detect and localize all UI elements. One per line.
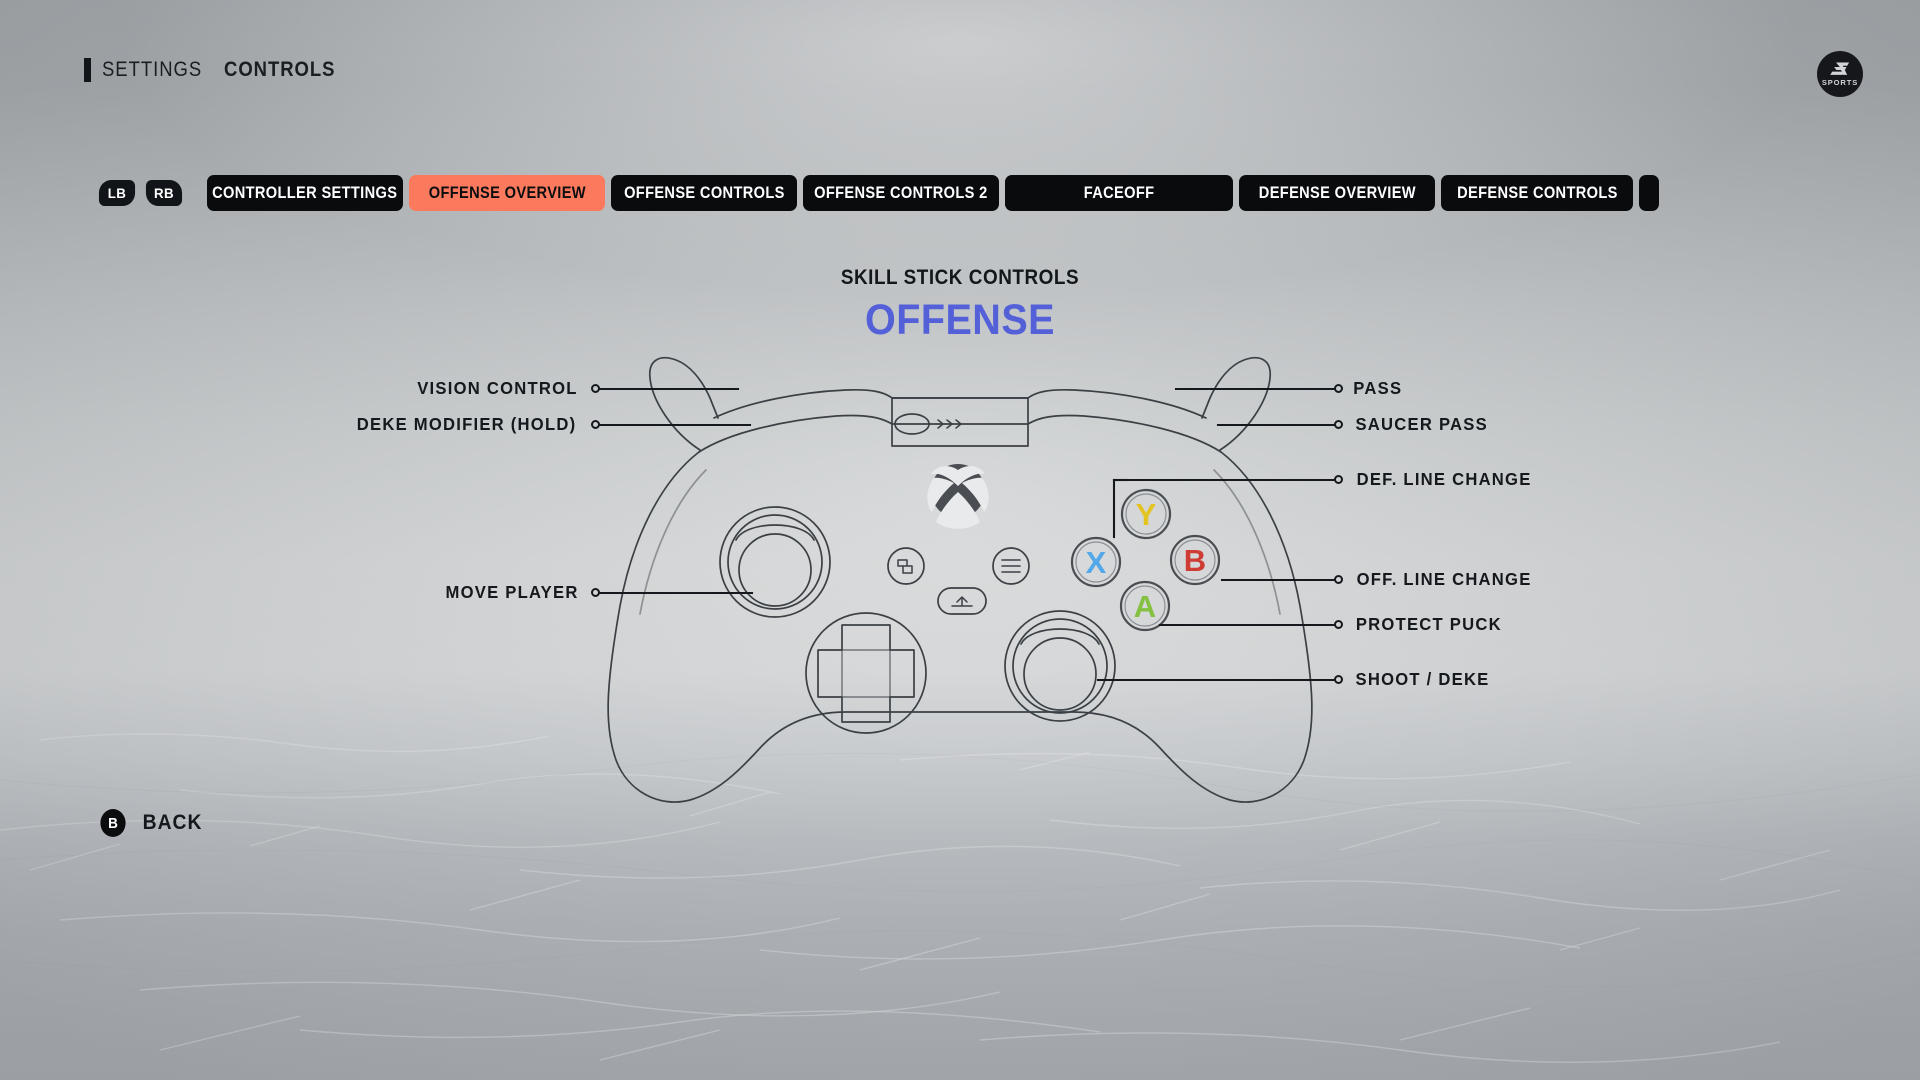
callout-node-icon <box>1334 420 1343 429</box>
tab-label: DEFENSE CONTROLS <box>1456 183 1618 202</box>
callout-node-icon <box>1334 384 1343 393</box>
button-b-glyph-icon[interactable]: B <box>100 809 126 837</box>
callout-move-player: MOVE PLAYER <box>300 582 600 603</box>
ea-icon <box>1830 62 1850 75</box>
tab-bar[interactable]: LB RB CONTROLLER SETTINGS OFFENSE OVERVI… <box>98 175 1665 211</box>
callout-node-icon <box>591 384 600 393</box>
footer-actions[interactable]: B BACK <box>99 809 205 837</box>
callout-def-line-change: DEF. LINE CHANGE <box>1334 469 1674 490</box>
face-buttons: Y X B A <box>1070 488 1221 632</box>
bumper-lb[interactable]: LB <box>98 180 136 206</box>
svg-text:A: A <box>1134 589 1156 624</box>
settings-controls-screen: SETTINGS CONTROLS SPORTS LB RB CONTROLLE… <box>0 0 1920 1080</box>
svg-text:X: X <box>1086 545 1107 580</box>
callout-node-icon <box>1334 475 1343 484</box>
callout-shoot-deke: SHOOT / DEKE <box>1334 669 1674 690</box>
svg-text:B: B <box>1184 543 1206 578</box>
callout-node-icon <box>1334 575 1343 584</box>
back-button-label[interactable]: BACK <box>143 811 203 835</box>
tab-offense-controls-2[interactable]: OFFENSE CONTROLS 2 <box>803 175 999 211</box>
xbox-guide-icon <box>927 464 989 529</box>
tab-offense-overview[interactable]: OFFENSE OVERVIEW <box>409 175 605 211</box>
callout-label: DEF. LINE CHANGE <box>1356 469 1532 489</box>
breadcrumb-controls: CONTROLS <box>223 58 336 81</box>
tab-defense-overview[interactable]: DEFENSE OVERVIEW <box>1239 175 1435 211</box>
tab-faceoff[interactable]: FACEOFF <box>1005 175 1233 211</box>
breadcrumb-settings: SETTINGS <box>102 58 203 81</box>
ea-sports-logo: SPORTS <box>1817 51 1863 97</box>
callout-saucer-pass: SAUCER PASS <box>1334 414 1654 435</box>
svg-text:Y: Y <box>1136 497 1157 532</box>
callout-vision-control: VISION CONTROL <box>300 378 600 399</box>
callout-node-icon <box>591 420 600 429</box>
callout-label: OFF. LINE CHANGE <box>1356 569 1532 589</box>
callout-protect-puck: PROTECT PUCK <box>1334 614 1674 635</box>
tab-label: OFFENSE CONTROLS <box>623 183 785 202</box>
page-subtitle: SKILL STICK CONTROLS <box>840 266 1080 289</box>
callout-label: PASS <box>1353 378 1403 398</box>
ea-sports-wordmark: SPORTS <box>1821 78 1859 87</box>
callout-label: PROTECT PUCK <box>1355 614 1502 634</box>
tab-label: DEFENSE OVERVIEW <box>1258 183 1416 202</box>
tab-controller-settings[interactable]: CONTROLLER SETTINGS <box>207 175 403 211</box>
breadcrumb: SETTINGS CONTROLS <box>84 58 350 82</box>
callout-node-icon <box>1334 675 1343 684</box>
callout-off-line-change: OFF. LINE CHANGE <box>1334 569 1674 590</box>
controller-diagram: Y X B A <box>598 356 1336 803</box>
breadcrumb-accent-bar <box>84 58 91 82</box>
tab-next-partial[interactable] <box>1639 175 1659 211</box>
tab-label: OFFENSE CONTROLS 2 <box>814 183 988 202</box>
callout-deke-modifier: DEKE MODIFIER (HOLD) <box>260 414 600 435</box>
title-block: SKILL STICK CONTROLS OFFENSE <box>0 266 1920 345</box>
page-title: OFFENSE <box>864 296 1056 344</box>
callout-label: VISION CONTROL <box>417 378 578 398</box>
vignette-overlay <box>0 0 1920 1080</box>
callout-label: SAUCER PASS <box>1355 414 1488 434</box>
tab-label: OFFENSE OVERVIEW <box>428 183 586 202</box>
callout-node-icon <box>591 588 600 597</box>
tab-defense-controls[interactable]: DEFENSE CONTROLS <box>1441 175 1633 211</box>
bumper-rb[interactable]: RB <box>145 180 183 206</box>
tab-label: CONTROLLER SETTINGS <box>212 183 398 202</box>
callout-label: SHOOT / DEKE <box>1355 669 1490 689</box>
callout-label: DEKE MODIFIER (HOLD) <box>356 414 577 434</box>
tab-offense-controls[interactable]: OFFENSE CONTROLS <box>611 175 797 211</box>
callout-node-icon <box>1334 620 1343 629</box>
callout-label: MOVE PLAYER <box>445 582 579 602</box>
callout-pass: PASS <box>1334 378 1654 399</box>
tab-label: FACEOFF <box>1083 183 1155 202</box>
